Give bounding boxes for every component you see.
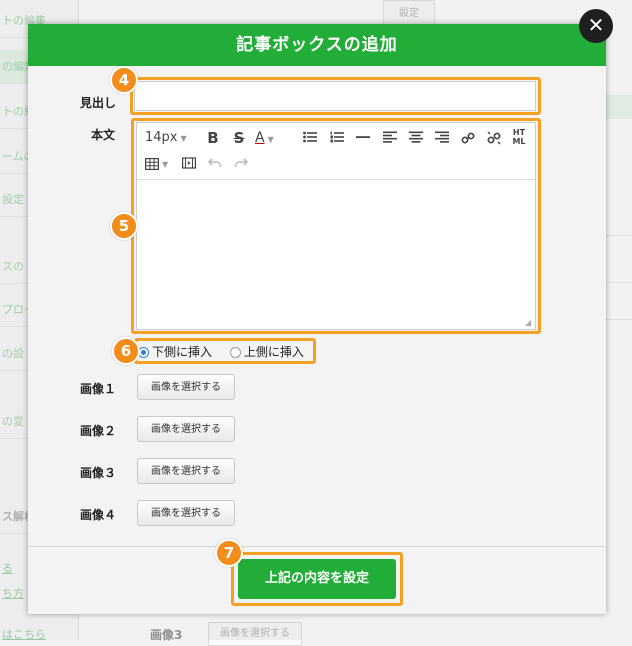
step-badge-4: 4 (110, 66, 138, 94)
table-icon (145, 157, 159, 170)
font-color-icon: A (255, 130, 265, 146)
modal-title: 記事ボックスの追加 (28, 24, 606, 66)
redo-icon (234, 158, 248, 168)
horizontal-rule-button[interactable] (353, 127, 373, 149)
step-badge-5: 5 (110, 212, 138, 240)
editor-content-area[interactable] (137, 180, 535, 329)
strikethrough-button[interactable]: S (229, 127, 249, 149)
select-image3-button[interactable]: 画像を選択する (137, 458, 235, 484)
insert-below-option[interactable]: 下側に挿入 (138, 343, 212, 360)
font-color-button[interactable]: A ▼ (255, 127, 289, 149)
step-badge-7: 7 (215, 539, 243, 567)
heading-input[interactable] (134, 81, 536, 111)
numbered-list-icon (330, 131, 344, 143)
body-label: 本文 (91, 128, 116, 142)
align-right-button[interactable] (432, 127, 452, 149)
font-size-value: 14px (145, 130, 178, 145)
step-badge-6: 6 (112, 337, 140, 365)
html-source-button[interactable]: HT ML (509, 126, 529, 150)
insert-below-label: 下側に挿入 (152, 345, 213, 359)
select-image2-button[interactable]: 画像を選択する (137, 416, 235, 442)
insert-above-label: 上側に挿入 (243, 345, 304, 359)
select-image1-button[interactable]: 画像を選択する (137, 374, 235, 400)
heading-label: 見出し (80, 96, 117, 110)
radio-unselected-icon[interactable] (229, 347, 241, 358)
align-left-button[interactable] (380, 127, 400, 149)
close-button[interactable]: ✕ (579, 9, 613, 43)
image2-label: 画像２ (80, 424, 117, 438)
undo-button[interactable] (205, 153, 225, 175)
select-image4-button[interactable]: 画像を選択する (137, 500, 235, 526)
insert-position-group: 下側に挿入 上側に挿入 (138, 343, 318, 361)
chevron-down-icon: ▼ (162, 160, 169, 169)
unlink-button[interactable] (484, 127, 504, 149)
insert-link-button[interactable] (458, 127, 478, 149)
link-icon (461, 132, 475, 144)
align-right-icon (435, 131, 449, 143)
numbered-list-button[interactable] (327, 127, 347, 149)
align-center-icon (409, 131, 423, 143)
insert-video-button[interactable] (179, 153, 199, 175)
video-icon (182, 157, 196, 169)
unlink-icon (487, 131, 501, 145)
redo-button[interactable] (231, 153, 251, 175)
apply-content-button[interactable]: 上記の内容を設定 (238, 559, 396, 599)
image4-label: 画像４ (80, 508, 117, 522)
undo-icon (208, 158, 222, 168)
bullet-list-icon (303, 131, 317, 143)
resize-grip-icon[interactable]: ◢ (525, 319, 533, 327)
align-left-icon (383, 131, 397, 143)
horizontal-rule-icon (356, 136, 370, 138)
insert-above-option[interactable]: 上側に挿入 (229, 343, 304, 360)
align-center-button[interactable] (406, 127, 426, 149)
bold-button[interactable]: B (203, 127, 223, 149)
chevron-down-icon: ▼ (267, 135, 274, 144)
bullet-list-button[interactable] (300, 127, 320, 149)
image1-label: 画像１ (80, 382, 117, 396)
editor-toolbar: 14px ▼ B S A ▼ HT ML ▼ (137, 123, 535, 180)
rich-text-editor: 14px ▼ B S A ▼ HT ML ▼ ◢ (136, 122, 536, 330)
insert-table-button[interactable]: ▼ (145, 153, 175, 175)
font-size-select[interactable]: 14px ▼ (145, 127, 195, 149)
image3-label: 画像３ (80, 466, 117, 480)
chevron-down-icon: ▼ (180, 134, 187, 143)
footer-divider (28, 546, 606, 547)
